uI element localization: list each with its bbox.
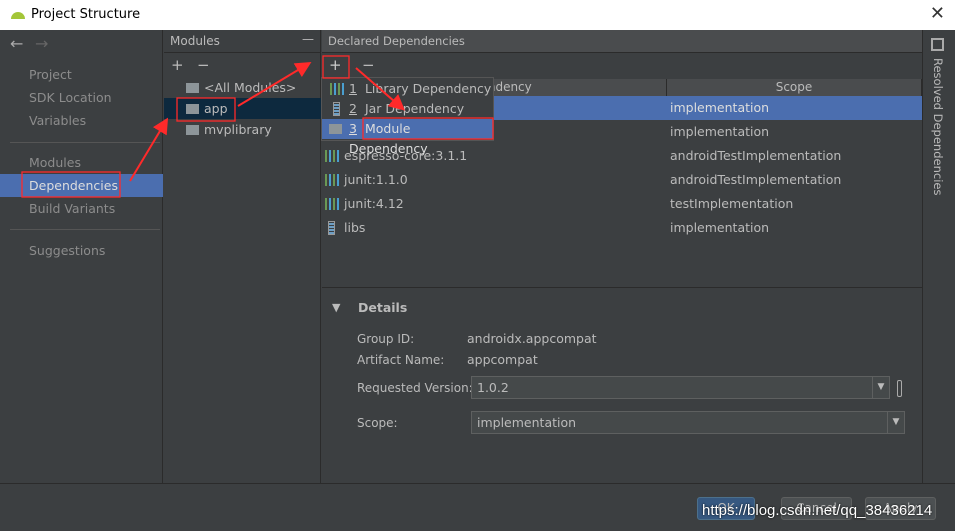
module-label: <All Modules> xyxy=(204,80,297,95)
artifact-label: Artifact Name: xyxy=(357,353,445,367)
menu-item-module-dependency[interactable]: 3 Module Dependency xyxy=(322,119,493,156)
nav-suggestions[interactable]: Suggestions xyxy=(29,243,105,258)
resolved-deps-icon[interactable] xyxy=(931,38,944,51)
module-app[interactable]: app xyxy=(164,98,321,119)
module-label: mvplibrary xyxy=(204,122,272,137)
title-bar: Project Structure ✕ xyxy=(0,0,955,30)
nav-sdk-location[interactable]: SDK Location xyxy=(29,90,112,105)
modules-panel: Modules — + − <All Modules> app mvplibrar… xyxy=(164,30,321,483)
module-mvplibrary[interactable]: mvplibrary xyxy=(164,119,321,140)
dependency-row[interactable]: libs implementation xyxy=(322,216,922,240)
watermark: https://blog.csdn.net/qq_38436214 xyxy=(702,502,933,519)
group-id-label: Group ID: xyxy=(357,332,415,346)
library-icon xyxy=(330,83,344,95)
nav-build-variants[interactable]: Build Variants xyxy=(29,201,115,216)
chevron-down-icon[interactable]: ▼ xyxy=(872,377,889,398)
right-tool-strip: Resolved Dependencies xyxy=(922,30,955,483)
nav-project[interactable]: Project xyxy=(29,67,72,82)
menu-label: Library Dependency xyxy=(364,81,492,96)
menu-mnemonic: 1 xyxy=(349,81,357,96)
dependency-name: junit:4.12 xyxy=(344,196,404,211)
add-dependency-menu: 1 Library Dependency 2 Jar Dependency 3 Modul… xyxy=(321,77,494,156)
add-dependency-button[interactable]: + xyxy=(329,56,342,74)
module-label: app xyxy=(204,101,228,116)
library-icon xyxy=(325,174,339,186)
back-icon[interactable]: ← xyxy=(10,34,23,53)
dependency-scope: implementation xyxy=(670,100,770,115)
dependency-row[interactable]: junit:4.12 testImplementation xyxy=(322,192,922,216)
group-id-value: androidx.appcompat xyxy=(467,331,597,346)
dependency-scope: androidTestImplementation xyxy=(670,172,842,187)
folder-icon xyxy=(186,83,199,93)
jar-icon xyxy=(333,102,340,116)
library-icon xyxy=(325,198,339,210)
nav-variables[interactable]: Variables xyxy=(29,113,86,128)
dependency-row[interactable]: junit:1.1.0 androidTestImplementation xyxy=(322,168,922,192)
add-module-button[interactable]: + xyxy=(171,56,184,74)
collapse-details-icon[interactable]: ▼ xyxy=(332,301,340,314)
collapse-button[interactable]: — xyxy=(302,32,314,46)
artifact-value: appcompat xyxy=(467,352,538,367)
folder-icon xyxy=(186,104,199,114)
declared-header: Declared Dependencies xyxy=(322,30,922,53)
menu-mnemonic: 3 xyxy=(349,121,357,136)
modules-title: Modules xyxy=(170,34,220,48)
menu-label: Jar Dependency xyxy=(364,101,465,116)
library-icon xyxy=(325,150,339,162)
scope-value: implementation xyxy=(477,415,577,430)
library-module-icon xyxy=(186,125,199,135)
version-value: 1.0.2 xyxy=(477,380,509,395)
version-toggle[interactable] xyxy=(897,380,902,397)
version-combo[interactable]: 1.0.2 ▼ xyxy=(471,376,890,399)
resolved-dependencies-tab[interactable]: Resolved Dependencies xyxy=(931,58,945,195)
menu-label: Module Dependency xyxy=(349,121,428,156)
menu-mnemonic: 2 xyxy=(349,101,357,116)
left-nav: ← → Project SDK Location Variables Modul… xyxy=(0,30,163,483)
remove-module-button[interactable]: − xyxy=(197,56,210,74)
menu-item-library-dependency[interactable]: 1 Library Dependency xyxy=(322,79,493,99)
modules-header: Modules — xyxy=(164,30,320,53)
dependency-name: libs xyxy=(344,220,366,235)
nav-dependencies[interactable]: Dependencies xyxy=(0,174,163,197)
module-folder-icon xyxy=(329,124,342,134)
dependency-scope: implementation xyxy=(670,124,770,139)
remove-dependency-button[interactable]: − xyxy=(362,56,375,74)
module-all[interactable]: <All Modules> xyxy=(164,77,321,98)
window-title: Project Structure xyxy=(31,7,141,22)
forward-icon[interactable]: → xyxy=(35,34,48,53)
scope-combo[interactable]: implementation ▼ xyxy=(471,411,905,434)
version-label: Requested Version: xyxy=(357,381,473,395)
column-scope[interactable]: Scope xyxy=(667,79,922,96)
dependency-scope: androidTestImplementation xyxy=(670,148,842,163)
close-icon[interactable]: ✕ xyxy=(930,3,945,24)
menu-item-jar-dependency[interactable]: 2 Jar Dependency xyxy=(322,99,493,119)
scope-label: Scope: xyxy=(357,416,398,430)
details-title: Details xyxy=(358,300,408,315)
android-icon xyxy=(11,12,25,19)
nav-modules[interactable]: Modules xyxy=(29,155,81,170)
chevron-down-icon[interactable]: ▼ xyxy=(887,412,904,433)
dependency-scope: implementation xyxy=(670,220,770,235)
jar-icon xyxy=(328,221,335,235)
dependency-name: junit:1.1.0 xyxy=(344,172,408,187)
dependency-scope: testImplementation xyxy=(670,196,794,211)
